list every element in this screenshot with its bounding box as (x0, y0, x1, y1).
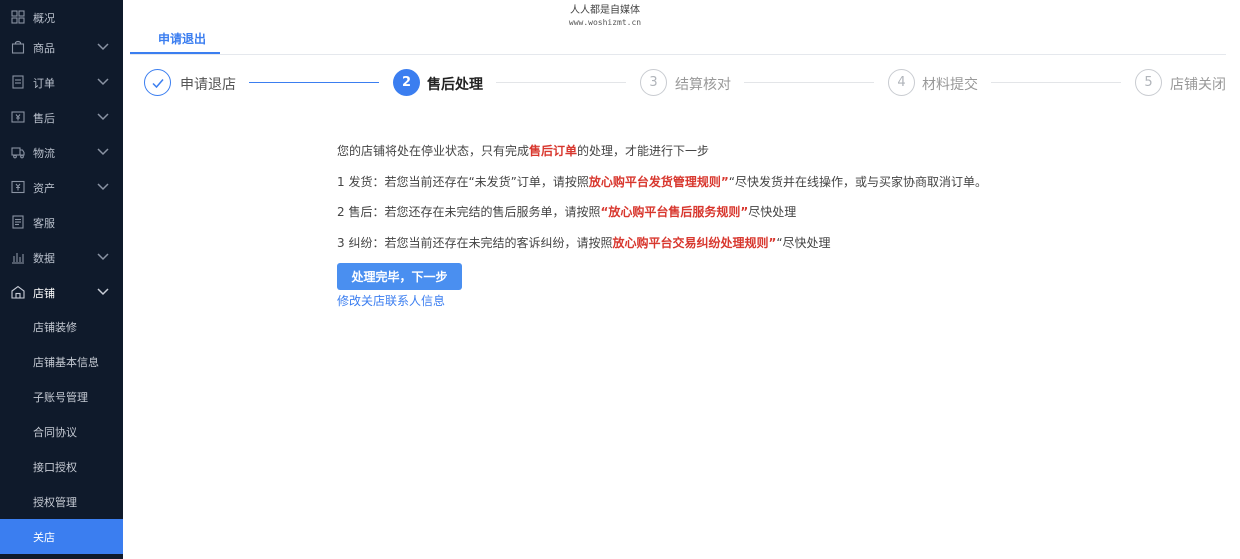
sidebar-subitem-auth-management[interactable]: 授权管理 (0, 484, 123, 519)
tab-divider (130, 54, 1226, 55)
sidebar-item-data[interactable]: 数据 (0, 240, 123, 275)
rule-item-dispute: 3 纠纷：若您当前还存在未完结的客诉纠纷，请按照放心购平台交易纠纷处理规则”“尽… (337, 234, 831, 251)
sidebar-item-goods[interactable]: 商品 (0, 30, 123, 65)
watermark-title: 人人都是自媒体 (570, 5, 640, 16)
text-segment: “尽快发货并在线操作，或与买家协商取消订单。 (728, 175, 987, 189)
sidebar-item-label: 资产 (33, 181, 55, 195)
sidebar-item-label: 商品 (33, 41, 55, 55)
chat-doc-icon (11, 215, 25, 229)
rule-link-dispute[interactable]: 放心购平台交易纠纷处理规则” (612, 236, 776, 250)
sidebar-item-label: 概况 (33, 11, 55, 25)
chevron-down-icon (97, 77, 109, 87)
rule-item-aftersale: 2 售后：若您还存在未完结的售后服务单，请按照“放心购平台售后服务规则”尽快处理 (337, 203, 796, 220)
sidebar-item-label: 物流 (33, 146, 55, 160)
sidebar-subitem-api-auth[interactable]: 接口授权 (0, 449, 123, 484)
sidebar-item-label: 客服 (33, 216, 55, 230)
shop-icon (11, 285, 25, 299)
chevron-down-icon (97, 182, 109, 192)
rule-link-aftersale[interactable]: “放心购平台售后服务规则” (600, 205, 748, 219)
sidebar-subitem-shop-info[interactable]: 店铺基本信息 (0, 344, 123, 379)
chevron-down-icon (97, 252, 109, 262)
sidebar-item-aftersale[interactable]: 售后 (0, 100, 123, 135)
sidebar-subitem-label: 授权管理 (33, 495, 77, 509)
bag-icon (11, 40, 25, 54)
rule-link-shipping[interactable]: 放心购平台发货管理规则” (589, 175, 729, 189)
yen-card-icon (11, 180, 25, 194)
sidebar-item-label: 订单 (33, 76, 55, 90)
watermark: 人人都是自媒体 www.woshizmt.cn (560, 5, 650, 28)
chevron-down-icon (97, 147, 109, 157)
chevron-down-icon (97, 112, 109, 122)
sidebar-subitem-label: 合同协议 (33, 425, 77, 439)
bar-chart-icon (11, 250, 25, 264)
sidebar-item-label: 售后 (33, 111, 55, 125)
sidebar-subitem-close-shop[interactable]: 关店 (0, 519, 123, 554)
step-5-number: 5 (1135, 69, 1162, 96)
next-step-button[interactable]: 处理完毕，下一步 (337, 263, 462, 290)
sidebar-subitem-label: 接口授权 (33, 460, 77, 474)
sidebar-item-shop[interactable]: 店铺 (0, 275, 123, 310)
step-3-number: 3 (640, 69, 667, 96)
step-1-label: 申请退店 (180, 77, 236, 93)
chevron-down-icon (97, 287, 109, 297)
watermark-url: www.woshizmt.cn (568, 18, 642, 27)
rule-item-shipping: 1 发货：若您当前还存在“未发货”订单，请按照放心购平台发货管理规则”“尽快发货… (337, 173, 987, 190)
step-connector (744, 82, 874, 83)
step-1-check-icon (144, 69, 171, 96)
sidebar-subitem-label: 子账号管理 (33, 390, 88, 404)
sidebar-item-orders[interactable]: 订单 (0, 65, 123, 100)
sidebar-subitem-label: 店铺基本信息 (33, 355, 99, 369)
sidebar-subitem-shop-decoration[interactable]: 店铺装修 (0, 309, 123, 344)
step-connector (991, 82, 1121, 83)
text-segment: “尽快处理 (776, 236, 831, 250)
sidebar-item-label: 数据 (33, 251, 55, 265)
step-3-label: 结算核对 (675, 77, 731, 93)
tab-apply-exit[interactable]: 申请退出 (142, 24, 222, 53)
sidebar-subitem-label: 店铺装修 (33, 320, 77, 334)
text-segment: 尽快处理 (748, 205, 797, 219)
chevron-down-icon (97, 42, 109, 52)
sidebar-item-assets[interactable]: 资产 (0, 170, 123, 205)
intro-text: 您的店铺将处在停业状态，只有完成售后订单的处理，才能进行下一步 (337, 142, 709, 159)
sidebar-subitem-subaccounts[interactable]: 子账号管理 (0, 379, 123, 414)
text-segment: 2 售后：若您还存在未完结的售后服务单，请按照 (337, 205, 601, 219)
sidebar-subitem-contracts[interactable]: 合同协议 (0, 414, 123, 449)
step-connector (496, 82, 626, 83)
text-segment: 3 纠纷：若您当前还存在未完结的客诉纠纷，请按照 (337, 236, 613, 250)
sidebar: 概况 商品 订单 售后 物流 资产 客服 数据 店铺 店铺装修 店铺基本信息 子… (0, 0, 123, 559)
step-4-number: 4 (888, 69, 915, 96)
text-segment: 的处理，才能进行下一步 (577, 144, 710, 158)
sidebar-item-customer-service[interactable]: 客服 (0, 205, 123, 240)
step-2-label: 售后处理 (427, 77, 483, 93)
document-icon (11, 75, 25, 89)
yen-box-icon (11, 110, 25, 124)
text-segment: 您的店铺将处在停业状态，只有完成 (337, 144, 530, 158)
truck-icon (11, 145, 25, 159)
highlight-text: 售后订单 (529, 144, 578, 158)
step-2-number: 2 (393, 69, 420, 96)
sidebar-subitem-label: 关店 (33, 530, 55, 544)
step-4-label: 材料提交 (922, 77, 978, 93)
grid-icon (11, 10, 25, 24)
step-5-label: 店铺关闭 (1170, 77, 1226, 93)
step-connector (249, 82, 379, 83)
sidebar-item-logistics[interactable]: 物流 (0, 135, 123, 170)
sidebar-item-label: 店铺 (33, 286, 55, 300)
text-segment: 1 发货：若您当前还存在“未发货”订单，请按照 (337, 175, 589, 189)
edit-contact-link[interactable]: 修改关店联系人信息 (337, 292, 445, 309)
